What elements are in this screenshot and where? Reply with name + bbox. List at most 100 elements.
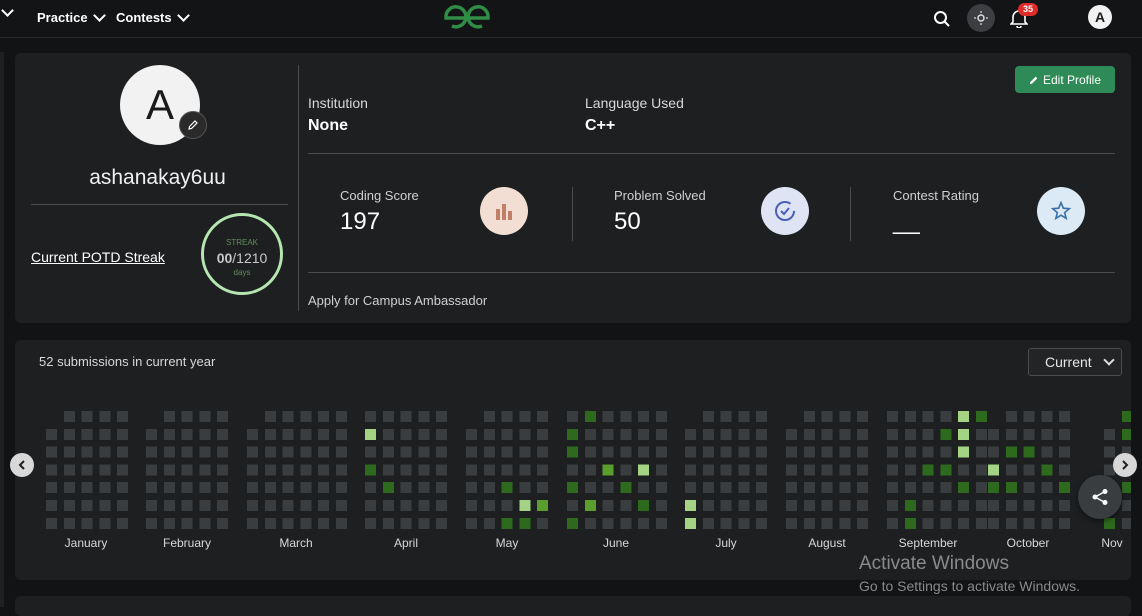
heatmap-cell[interactable]: [821, 411, 833, 422]
heatmap-cell[interactable]: [163, 482, 175, 494]
heatmap-cell[interactable]: [501, 482, 513, 494]
heatmap-cell[interactable]: [483, 411, 495, 422]
heatmap-cell[interactable]: [501, 411, 513, 422]
heatmap-cell[interactable]: [1059, 428, 1071, 440]
heatmap-cell[interactable]: [63, 446, 75, 458]
heatmap-cell[interactable]: [887, 428, 898, 440]
heatmap-cell[interactable]: [940, 428, 952, 440]
potd-streak-link[interactable]: Current POTD Streak: [31, 249, 165, 265]
heatmap-cell[interactable]: [602, 411, 614, 422]
heatmap-cell[interactable]: [857, 446, 869, 458]
heatmap-cell[interactable]: [857, 517, 869, 529]
heatmap-cell[interactable]: [940, 482, 952, 494]
heatmap-cell[interactable]: [803, 446, 815, 458]
heatmap-cell[interactable]: [803, 464, 815, 476]
heatmap-cell[interactable]: [318, 446, 330, 458]
heatmap-cell[interactable]: [602, 428, 614, 440]
heatmap-cell[interactable]: [99, 464, 111, 476]
heatmap-cell[interactable]: [519, 482, 531, 494]
heatmap-cell[interactable]: [163, 446, 175, 458]
user-avatar-small[interactable]: A: [1088, 5, 1112, 29]
heatmap-cell[interactable]: [63, 517, 75, 529]
campus-ambassador-link[interactable]: Apply for Campus Ambassador: [308, 293, 487, 308]
heatmap-cell[interactable]: [803, 500, 815, 511]
heatmap-cell[interactable]: [839, 411, 851, 422]
heatmap-cell[interactable]: [63, 428, 75, 440]
heatmap-cell[interactable]: [483, 464, 495, 476]
heatmap-cell[interactable]: [584, 446, 596, 458]
heatmap-cell[interactable]: [181, 446, 193, 458]
heatmap-cell[interactable]: [418, 411, 430, 422]
heatmap-cell[interactable]: [181, 500, 193, 511]
heatmap-cell[interactable]: [857, 428, 869, 440]
heatmap-cell[interactable]: [537, 517, 549, 529]
heatmap-cell[interactable]: [46, 517, 57, 529]
heatmap-cell[interactable]: [199, 411, 211, 422]
heatmap-cell[interactable]: [1005, 482, 1017, 494]
heatmap-cell[interactable]: [63, 464, 75, 476]
heatmap-cell[interactable]: [904, 517, 916, 529]
heatmap-cell[interactable]: [365, 446, 376, 458]
heatmap-cell[interactable]: [976, 446, 987, 458]
heatmap-cell[interactable]: [382, 517, 394, 529]
heatmap-cell[interactable]: [702, 482, 714, 494]
heatmap-cell[interactable]: [620, 446, 632, 458]
heatmap-cell[interactable]: [602, 482, 614, 494]
heatmap-cell[interactable]: [365, 428, 376, 440]
heatmap-cell[interactable]: [501, 428, 513, 440]
heatmap-cell[interactable]: [365, 482, 376, 494]
heatmap-cell[interactable]: [400, 517, 412, 529]
heatmap-cell[interactable]: [584, 517, 596, 529]
heatmap-cell[interactable]: [887, 500, 898, 511]
heatmap-cell[interactable]: [988, 446, 999, 458]
heatmap-cell[interactable]: [247, 500, 258, 511]
heatmap-cell[interactable]: [756, 428, 768, 440]
heatmap-cell[interactable]: [247, 517, 258, 529]
heatmap-cell[interactable]: [382, 464, 394, 476]
heatmap-cell[interactable]: [217, 464, 229, 476]
heatmap-cell[interactable]: [1041, 517, 1053, 529]
heatmap-cell[interactable]: [418, 500, 430, 511]
heatmap-cell[interactable]: [46, 428, 57, 440]
heatmap-cell[interactable]: [282, 517, 294, 529]
heatmap-cell[interactable]: [738, 428, 750, 440]
heatmap-cell[interactable]: [1041, 464, 1053, 476]
heatmap-cell[interactable]: [1023, 411, 1035, 422]
heatmap-cell[interactable]: [922, 517, 934, 529]
heatmap-cell[interactable]: [922, 482, 934, 494]
heatmap-cell[interactable]: [1023, 500, 1035, 511]
heatmap-cell[interactable]: [1041, 446, 1053, 458]
heatmap-cell[interactable]: [163, 411, 175, 422]
heatmap-cell[interactable]: [199, 428, 211, 440]
heatmap-cell[interactable]: [638, 464, 650, 476]
heatmap-cell[interactable]: [857, 464, 869, 476]
heatmap-cell[interactable]: [786, 517, 797, 529]
heatmap-cell[interactable]: [656, 500, 667, 511]
heatmap-cell[interactable]: [904, 428, 916, 440]
heatmap-cell[interactable]: [400, 482, 412, 494]
heatmap-cell[interactable]: [1023, 517, 1035, 529]
heatmap-cell[interactable]: [247, 428, 258, 440]
heatmap-cell[interactable]: [821, 446, 833, 458]
gfg-logo[interactable]: [442, 4, 492, 37]
heatmap-cell[interactable]: [976, 411, 987, 422]
heatmap-cell[interactable]: [436, 500, 448, 511]
heatmap-cell[interactable]: [199, 500, 211, 511]
heatmap-cell[interactable]: [857, 482, 869, 494]
heatmap-cell[interactable]: [282, 482, 294, 494]
heatmap-cell[interactable]: [117, 428, 129, 440]
heatmap-cell[interactable]: [958, 446, 970, 458]
heatmap-cell[interactable]: [63, 500, 75, 511]
heatmap-cell[interactable]: [336, 446, 347, 458]
heatmap-cell[interactable]: [466, 464, 477, 476]
heatmap-cell[interactable]: [602, 500, 614, 511]
heatmap-cell[interactable]: [537, 411, 549, 422]
heatmap-cell[interactable]: [803, 517, 815, 529]
heatmap-cell[interactable]: [922, 446, 934, 458]
heatmap-cell[interactable]: [264, 482, 276, 494]
heatmap-cell[interactable]: [887, 482, 898, 494]
heatmap-cell[interactable]: [958, 517, 970, 529]
heatmap-cell[interactable]: [264, 500, 276, 511]
heatmap-cell[interactable]: [988, 428, 999, 440]
heatmap-cell[interactable]: [146, 517, 157, 529]
